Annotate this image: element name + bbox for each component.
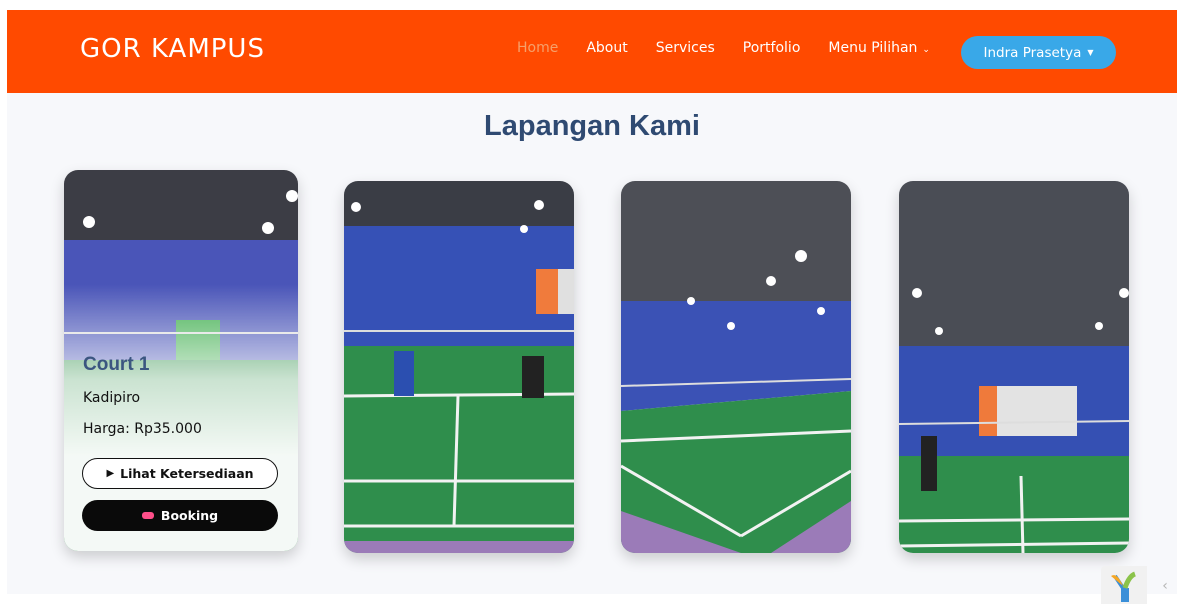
court-card[interactable] <box>899 181 1129 553</box>
availability-button-label: Lihat Ketersediaan <box>120 466 254 481</box>
navbar: GOR KAMPUS Home About Services Portfolio… <box>7 10 1177 93</box>
nav-item-home[interactable]: Home <box>517 40 558 56</box>
court-name: Court 1 <box>83 354 150 375</box>
caret-down-icon: ▼ <box>1087 48 1094 57</box>
court-photo <box>344 181 574 553</box>
page: GOR KAMPUS Home About Services Portfolio… <box>7 10 1177 604</box>
user-name: Indra Prasetya <box>983 44 1082 61</box>
availability-button[interactable]: ▶ Lihat Ketersediaan <box>82 458 278 489</box>
nav-item-about[interactable]: About <box>586 40 627 56</box>
nav-item-menu-pilihan-label: Menu Pilihan <box>828 40 918 56</box>
nav-item-services[interactable]: Services <box>656 40 715 56</box>
nav-item-menu-pilihan[interactable]: Menu Pilihan ⌄ <box>828 40 930 56</box>
booking-button[interactable]: Booking <box>82 500 278 531</box>
ticket-icon <box>141 512 154 519</box>
booking-button-label: Booking <box>160 508 219 523</box>
court-location: Kadipiro <box>83 390 141 406</box>
nav-menu: Home About Services Portfolio Menu Pilih… <box>517 40 958 56</box>
brand-logo[interactable]: GOR KAMPUS <box>80 34 265 64</box>
court-photo <box>899 181 1129 553</box>
court-card[interactable] <box>621 181 851 553</box>
user-menu-button[interactable]: Indra Prasetya ▼ <box>961 36 1116 69</box>
court-price: Harga: Rp35.000 <box>83 421 202 437</box>
debug-toolbar[interactable] <box>1101 566 1147 604</box>
chevron-left-icon[interactable]: ‹ <box>1153 572 1177 600</box>
court-card[interactable] <box>344 181 574 553</box>
court-card: Court 1 Kadipiro Harga: Rp35.000 ▶ Lihat… <box>64 170 298 551</box>
page-title: Lapangan Kami <box>484 110 700 142</box>
nav-item-portfolio[interactable]: Portfolio <box>743 40 801 56</box>
play-icon: ▶ <box>106 468 115 479</box>
court-photo <box>621 181 851 553</box>
chevron-down-icon: ⌄ <box>922 45 930 55</box>
yii-logo-icon <box>1111 571 1137 602</box>
